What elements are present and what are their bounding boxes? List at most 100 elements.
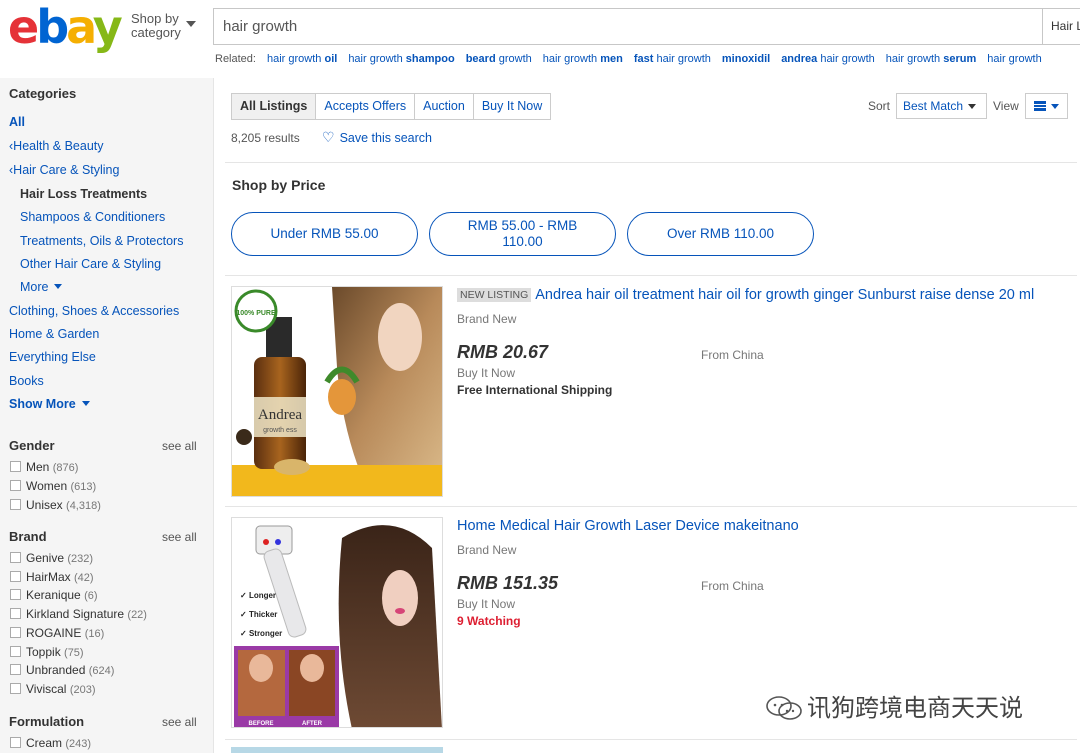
filter-label: ROGAINE xyxy=(26,625,82,640)
checkbox[interactable] xyxy=(10,626,21,638)
shop-by-price-heading: Shop by Price xyxy=(232,177,326,193)
category-books[interactable]: Books xyxy=(9,374,44,388)
checkbox[interactable] xyxy=(10,570,21,582)
tab-auction[interactable]: Auction xyxy=(415,94,474,119)
brand-filter-option[interactable]: Toppik (75) xyxy=(10,645,84,659)
brand-filter-option[interactable]: Keranique (6) xyxy=(10,588,98,602)
gender-filter-option[interactable]: Unisex (4,318) xyxy=(10,498,101,512)
gender-filter-option[interactable]: Women (613) xyxy=(10,479,96,493)
chat-bubble-icon xyxy=(766,696,802,720)
brand-see-all-link[interactable]: see all xyxy=(162,530,197,544)
brand-filter-option[interactable]: Unbranded (624) xyxy=(10,663,114,677)
svg-text:BEFORE: BEFORE xyxy=(248,721,273,727)
checkbox[interactable] xyxy=(10,499,21,510)
category-treatments[interactable]: Treatments, Oils & Protectors xyxy=(20,234,183,248)
filter-label: Viviscal xyxy=(26,681,67,696)
tab-buy-it-now[interactable]: Buy It Now xyxy=(474,94,550,119)
related-search-link[interactable]: minoxidil xyxy=(722,53,770,65)
related-text-bold: minoxidil xyxy=(721,53,771,65)
formulation-heading: Formulation xyxy=(9,714,85,729)
listing-type-tabs: All Listings Accepts Offers Auction Buy … xyxy=(231,93,552,120)
search-input[interactable] xyxy=(214,9,1034,44)
view-label: View xyxy=(993,99,1019,113)
svg-text:growth ess: growth ess xyxy=(263,427,297,434)
svg-text:✓ Stronger: ✓ Stronger xyxy=(240,629,282,638)
related-search-link[interactable]: hair growth oil xyxy=(267,53,337,65)
search-bar: Hair L xyxy=(213,8,1080,45)
ebay-logo[interactable]: ebay xyxy=(8,0,123,54)
category-health-beauty[interactable]: ‹Health & Beauty xyxy=(9,139,104,153)
search-category-select[interactable]: Hair L xyxy=(1042,9,1080,44)
category-everything-else[interactable]: Everything Else xyxy=(9,350,96,364)
divider xyxy=(225,739,1077,740)
price-range-over[interactable]: Over RMB 110.00 xyxy=(627,212,814,256)
related-search-link[interactable]: beard growth xyxy=(466,53,532,65)
header: ebay Shop by category Hair L Related: hai… xyxy=(0,0,1080,78)
save-search-button[interactable]: ♡ Save this search xyxy=(322,129,432,146)
category-clothing[interactable]: Clothing, Shoes & Accessories xyxy=(9,304,179,318)
brand-filter-option[interactable]: ROGAINE (16) xyxy=(10,626,104,640)
related-search-link[interactable]: hair growth men xyxy=(543,53,623,65)
item-image[interactable] xyxy=(231,747,443,753)
related-text: growth xyxy=(495,53,532,65)
checkbox[interactable] xyxy=(10,682,21,694)
price-range-middle[interactable]: RMB 55.00 - RMB 110.00 xyxy=(429,212,616,256)
checkbox[interactable] xyxy=(10,664,21,676)
checkbox[interactable] xyxy=(10,737,21,748)
price-range-under[interactable]: Under RMB 55.00 xyxy=(231,212,418,256)
tab-all-listings[interactable]: All Listings xyxy=(232,94,317,119)
category-all[interactable]: All xyxy=(9,115,25,129)
logo-letter-b: b xyxy=(36,0,69,54)
related-search-link[interactable]: hair growth serum xyxy=(886,53,977,65)
formulation-filter-option[interactable]: Cream (243) xyxy=(10,736,91,750)
related-search-link[interactable]: andrea hair growth xyxy=(781,53,875,65)
shop-by-label: Shop by xyxy=(131,11,179,26)
brand-filter-option[interactable]: HairMax (42) xyxy=(10,570,94,584)
related-search-link[interactable]: fast hair growth xyxy=(634,53,711,65)
view-select[interactable] xyxy=(1025,93,1068,119)
category-hair-care[interactable]: ‹Hair Care & Styling xyxy=(9,163,119,177)
svg-text:100% PURE: 100% PURE xyxy=(236,310,276,317)
formulation-see-all-link[interactable]: see all xyxy=(162,715,197,729)
tab-accepts-offers[interactable]: Accepts Offers xyxy=(316,94,416,119)
item-image[interactable]: ✓ Longer ✓ Thicker ✓ Stronger BEFORE AFT… xyxy=(231,517,443,728)
laser-comb-product-image: ✓ Longer ✓ Thicker ✓ Stronger BEFORE AFT… xyxy=(232,518,442,727)
gender-filter-option[interactable]: Men (876) xyxy=(10,460,78,474)
chevron-down-icon xyxy=(81,401,90,406)
sort-select[interactable]: Best Match xyxy=(896,93,987,119)
category-other-hair-care[interactable]: Other Hair Care & Styling xyxy=(20,257,161,271)
filter-count: (624) xyxy=(88,665,115,678)
checkbox[interactable] xyxy=(10,552,21,563)
shop-by-category-button[interactable]: Shop by category xyxy=(131,12,181,40)
item-image[interactable]: Andrea growth ess 100% PURE xyxy=(231,286,443,497)
checkbox[interactable] xyxy=(10,608,21,620)
categories-heading: Categories xyxy=(9,86,77,101)
related-search-link[interactable]: hair growth shampoo xyxy=(348,53,454,65)
brand-filter-option[interactable]: Kirkland Signature (22) xyxy=(10,607,147,621)
category-home-garden[interactable]: Home & Garden xyxy=(9,327,99,341)
checkbox[interactable] xyxy=(10,480,21,491)
category-more[interactable]: More xyxy=(20,280,63,294)
filter-count: (232) xyxy=(67,553,94,565)
filter-count: (42) xyxy=(74,571,94,584)
filter-count: (4,318) xyxy=(66,500,101,512)
item-format: Buy It Now xyxy=(457,366,516,380)
gender-see-all-link[interactable]: see all xyxy=(162,439,197,453)
related-search-link[interactable]: hair growth xyxy=(987,53,1041,65)
brand-filter-option[interactable]: Genive (232) xyxy=(10,551,93,565)
item-price: RMB 151.35 xyxy=(457,573,559,593)
item-title-link[interactable]: NEW LISTING Andrea hair oil treatment hai… xyxy=(457,287,1034,303)
category-shampoos[interactable]: Shampoos & Conditioners xyxy=(20,210,165,224)
checkbox[interactable] xyxy=(10,461,21,472)
checkbox[interactable] xyxy=(10,589,21,601)
svg-text:AFTER: AFTER xyxy=(302,721,323,727)
chevron-down-icon[interactable] xyxy=(186,21,196,27)
show-more-button[interactable]: Show More xyxy=(9,397,90,411)
filter-label: Toppik xyxy=(26,644,61,659)
checkbox[interactable] xyxy=(10,645,21,657)
brand-filter-option[interactable]: Viviscal (203) xyxy=(10,682,96,696)
related-text: hair growth xyxy=(987,53,1042,65)
filter-label: Cream xyxy=(26,736,63,750)
category-hair-loss-treatments[interactable]: Hair Loss Treatments xyxy=(20,187,147,201)
item-title-link[interactable]: Home Medical Hair Growth Laser Device ma… xyxy=(457,518,799,534)
